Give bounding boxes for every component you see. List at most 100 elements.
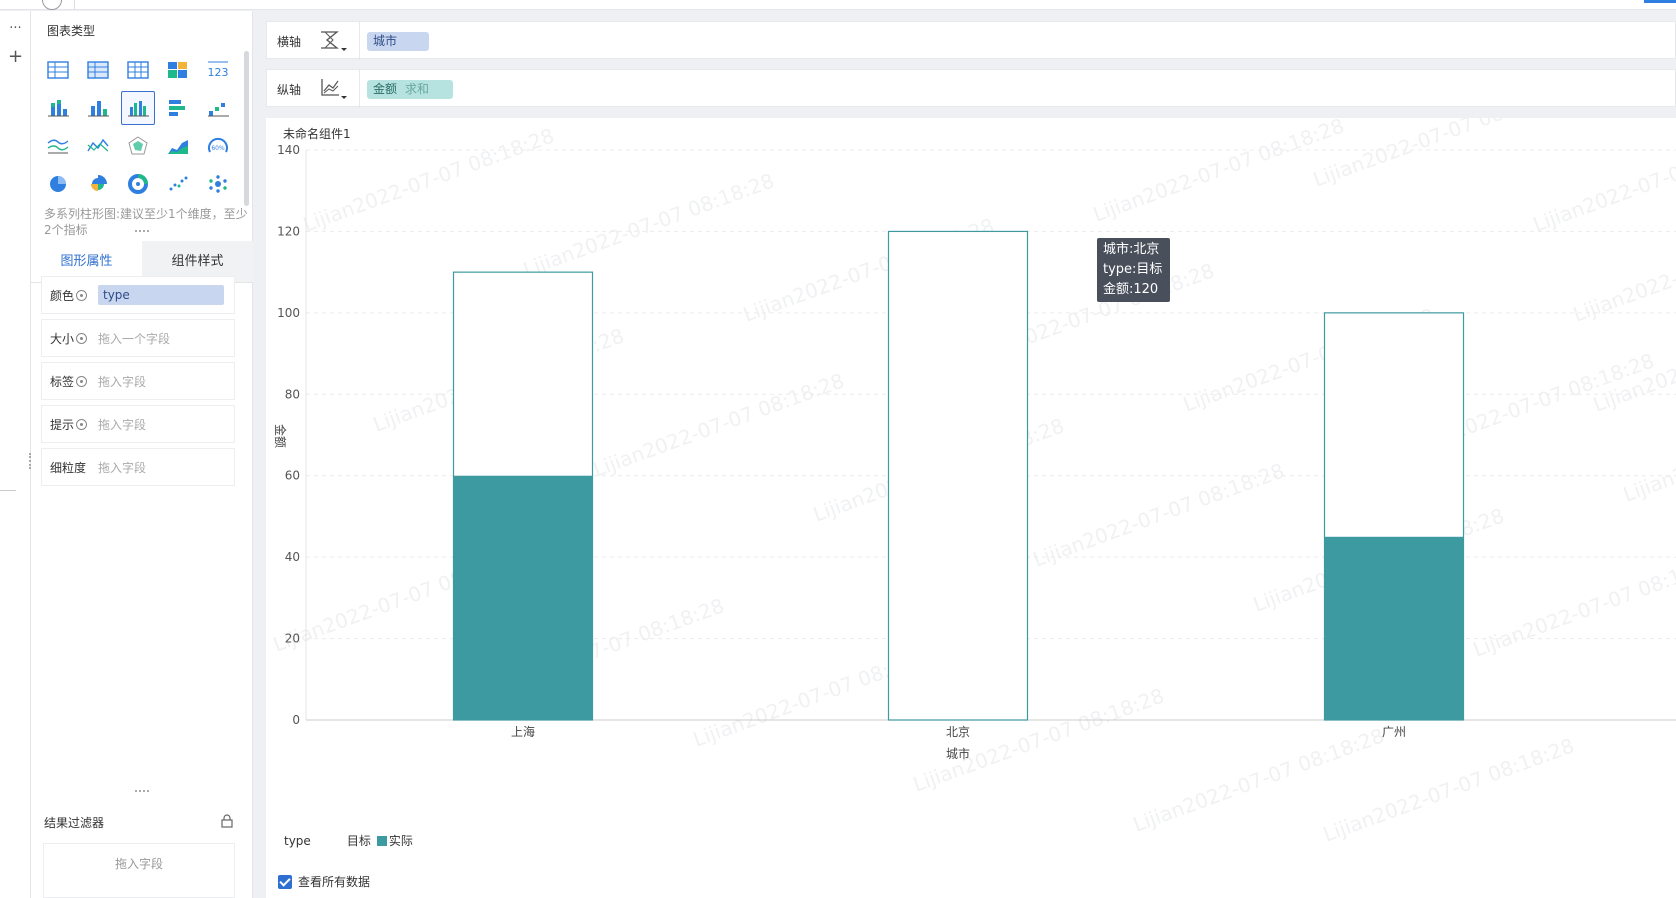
legend-label: 实际	[388, 834, 413, 848]
detail-table-icon[interactable]	[121, 53, 155, 87]
result-filter-title: 结果过滤器	[44, 816, 105, 830]
tip-label: 提示	[50, 417, 75, 432]
y-tick-label: 20	[285, 632, 300, 646]
chart-type-title: 图表类型	[47, 24, 96, 38]
gauge-icon[interactable]: 60%	[201, 129, 235, 163]
top-bar	[0, 0, 1676, 10]
svg-text:60%: 60%	[211, 145, 225, 152]
chart-type-grid: 123 60%	[41, 53, 246, 205]
y-axis-shelf: 纵轴 金额 求和	[266, 69, 1676, 108]
ring-pie-icon[interactable]	[121, 167, 155, 201]
resize-handle[interactable]	[135, 790, 149, 794]
stacked-bar-icon[interactable]	[41, 91, 75, 125]
y-tick-label: 0	[292, 713, 300, 727]
color-field-chip[interactable]: type	[98, 285, 224, 305]
bar-actual	[453, 475, 593, 720]
y-tick-label: 100	[277, 306, 300, 320]
scatter-icon[interactable]	[161, 167, 195, 201]
y-tick-label: 120	[277, 224, 300, 238]
size-label: 大小	[50, 331, 75, 346]
bar-icon[interactable]	[81, 91, 115, 125]
gear-icon[interactable]	[76, 418, 88, 430]
divider	[74, 0, 75, 10]
x-axis-label: 横轴	[277, 35, 302, 49]
tooltip-line: type:目标	[1103, 262, 1163, 277]
lock-icon[interactable]	[220, 814, 234, 828]
show-all-checkbox[interactable]	[278, 874, 292, 889]
x-tick-label: 北京	[946, 725, 970, 739]
divider	[359, 22, 360, 60]
y-axis-label: 纵轴	[277, 83, 302, 97]
size-drop-zone[interactable]: 拖入一个字段	[98, 330, 170, 347]
bubble-icon[interactable]	[201, 167, 235, 201]
pie-icon[interactable]	[41, 167, 75, 201]
divider	[0, 490, 16, 491]
svg-text:123: 123	[208, 66, 229, 79]
label-property[interactable]: 标签 拖入字段	[41, 362, 235, 400]
show-all-label: 查看所有数据	[298, 875, 371, 889]
x-tick-label: 广州	[1382, 725, 1406, 739]
legend-label: 目标	[346, 834, 371, 848]
color-property[interactable]: 颜色 type	[41, 276, 235, 314]
legend-title: type	[284, 833, 311, 848]
gear-icon[interactable]	[76, 375, 88, 387]
gear-icon[interactable]	[76, 289, 88, 301]
line-icon[interactable]	[81, 129, 115, 163]
multi-series-bar-icon[interactable]	[121, 91, 155, 125]
chart-settings-panel: 图表类型 123 60% 多系列柱形图:建议至少1个维度，至少2个指标 图形属性 …	[31, 11, 253, 898]
granularity-label: 细粒度	[50, 460, 87, 475]
x-axis-shelf: 横轴 城市	[266, 21, 1676, 60]
heat-table-icon[interactable]	[161, 53, 195, 87]
legend-item-actual[interactable]: 实际	[376, 832, 413, 849]
plus-icon[interactable]: +	[0, 47, 31, 67]
tooltip-drop-zone[interactable]: 拖入字段	[98, 416, 146, 433]
axis-type-icon[interactable]	[319, 76, 349, 102]
y-aggregation: 求和	[405, 82, 430, 96]
size-property[interactable]: 大小 拖入一个字段	[41, 319, 235, 357]
axis-type-icon[interactable]	[319, 28, 349, 54]
rose-pie-icon[interactable]	[81, 167, 115, 201]
bar-actual	[1324, 536, 1464, 720]
y-tick-label: 80	[285, 387, 300, 401]
kpi-number-icon[interactable]: 123	[201, 53, 235, 87]
area-icon[interactable]	[161, 129, 195, 163]
legend-item-target[interactable]: 目标	[334, 832, 371, 849]
chart-card: Lijian2022-07-07 08:18:28 Lijian2022-07-0…	[266, 118, 1676, 898]
bar-chart: 0 20 40 60 80 100 120 140 上海 北京 广州城市 金额	[273, 143, 1676, 761]
tooltip-property[interactable]: 提示 拖入字段	[41, 405, 235, 443]
scrollbar[interactable]	[244, 51, 249, 206]
label-drop-zone[interactable]: 拖入字段	[98, 373, 146, 390]
x-field-chip[interactable]: 城市	[367, 32, 429, 51]
legend-swatch	[334, 835, 345, 846]
filter-drop-zone[interactable]: 拖入字段	[43, 843, 235, 898]
crosstab-icon[interactable]	[81, 53, 115, 87]
tooltip-line: 金额:120	[1103, 282, 1159, 297]
y-field-chip[interactable]: 金额 求和	[367, 80, 453, 99]
granularity-drop-zone[interactable]: 拖入字段	[98, 459, 146, 476]
radar-icon[interactable]	[121, 129, 155, 163]
waterfall-icon[interactable]	[201, 91, 235, 125]
table-icon[interactable]	[41, 53, 75, 87]
resize-handle[interactable]	[135, 230, 149, 234]
legend-swatch	[376, 835, 387, 846]
multi-line-icon[interactable]	[41, 129, 75, 163]
bar-target	[887, 230, 1029, 721]
back-icon[interactable]	[42, 0, 62, 10]
horizontal-bar-icon[interactable]	[161, 91, 195, 125]
chart-legend: type 目标 实际	[284, 832, 419, 849]
divider	[359, 70, 360, 108]
gear-icon[interactable]	[76, 332, 88, 344]
granularity-property[interactable]: 细粒度 拖入字段	[41, 448, 235, 486]
y-tick-label: 140	[277, 143, 300, 157]
y-axis-title: 金额	[273, 424, 288, 448]
accent-indicator	[1644, 0, 1676, 3]
tag-label: 标签	[50, 374, 75, 389]
y-tick-label: 40	[285, 550, 300, 564]
y-tick-label: 60	[285, 469, 300, 483]
y-field-name: 金额	[373, 82, 398, 96]
ellipsis-icon[interactable]: ···	[0, 19, 31, 39]
chart-tooltip: 城市:北京 type:目标 金额:120	[1097, 238, 1170, 302]
show-all-data-row[interactable]: 查看所有数据	[278, 873, 370, 890]
x-tick-label: 上海	[511, 724, 535, 739]
color-label: 颜色	[50, 288, 75, 303]
